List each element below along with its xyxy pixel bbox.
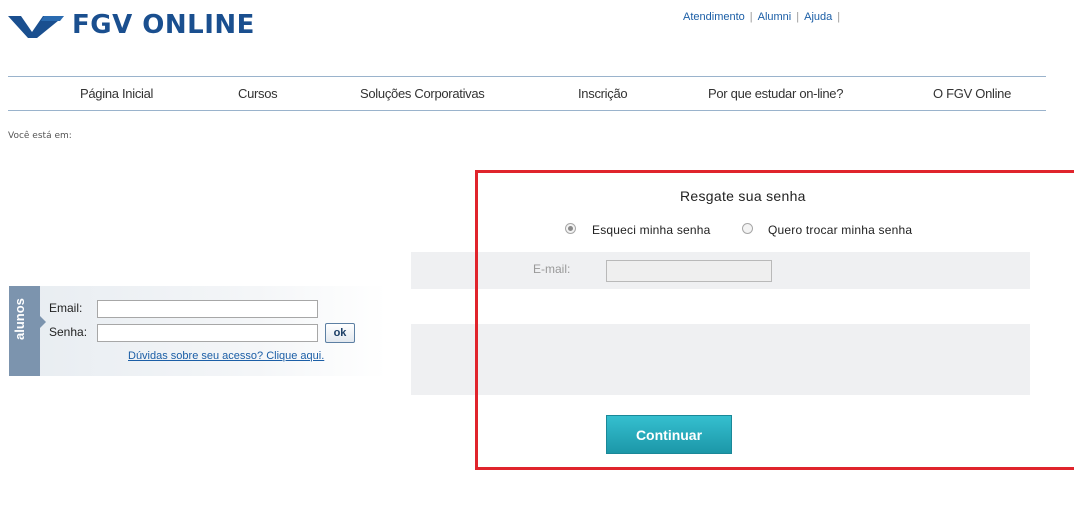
student-password-input[interactable] — [97, 324, 318, 342]
nav-solucoes-corporativas[interactable]: Soluções Corporativas — [360, 77, 485, 110]
highlight-frame — [475, 170, 1074, 470]
separator: | — [749, 11, 753, 23]
nav-pagina-inicial[interactable]: Página Inicial — [80, 77, 153, 110]
top-links: Atendimento | Alumni | Ajuda | — [683, 11, 845, 23]
nav-o-fgv-online[interactable]: O FGV Online — [933, 77, 1011, 110]
student-email-input[interactable] — [97, 300, 318, 318]
main-nav: Página Inicial Cursos Soluções Corporati… — [8, 76, 1046, 111]
access-help-link[interactable]: Dúvidas sobre seu acesso? Clique aqui. — [128, 350, 324, 362]
link-alumni[interactable]: Alumni — [758, 11, 792, 23]
separator: | — [796, 11, 800, 23]
separator: | — [837, 11, 841, 23]
link-atendimento[interactable]: Atendimento — [683, 11, 745, 23]
fgv-chevron-logo-icon — [8, 16, 64, 38]
nav-inscricao[interactable]: Inscrição — [578, 77, 628, 110]
logo-text: FGV ONLINE — [72, 10, 255, 40]
nav-cursos[interactable]: Cursos — [238, 77, 278, 110]
student-login-box: alunos Email: Senha: ok Dúvidas sobre se… — [9, 286, 387, 376]
ok-button[interactable]: ok — [325, 323, 355, 343]
student-tab-label: alunos — [12, 298, 27, 340]
student-tab: alunos — [9, 286, 46, 376]
password-label: Senha: — [49, 325, 88, 339]
link-ajuda[interactable]: Ajuda — [804, 11, 832, 23]
email-label: Email: — [49, 301, 83, 315]
fgv-online-logo[interactable]: FGV ONLINE — [8, 8, 255, 42]
breadcrumb: Você está em: — [8, 131, 72, 141]
nav-por-que-estudar-online[interactable]: Por que estudar on-line? — [708, 77, 843, 110]
